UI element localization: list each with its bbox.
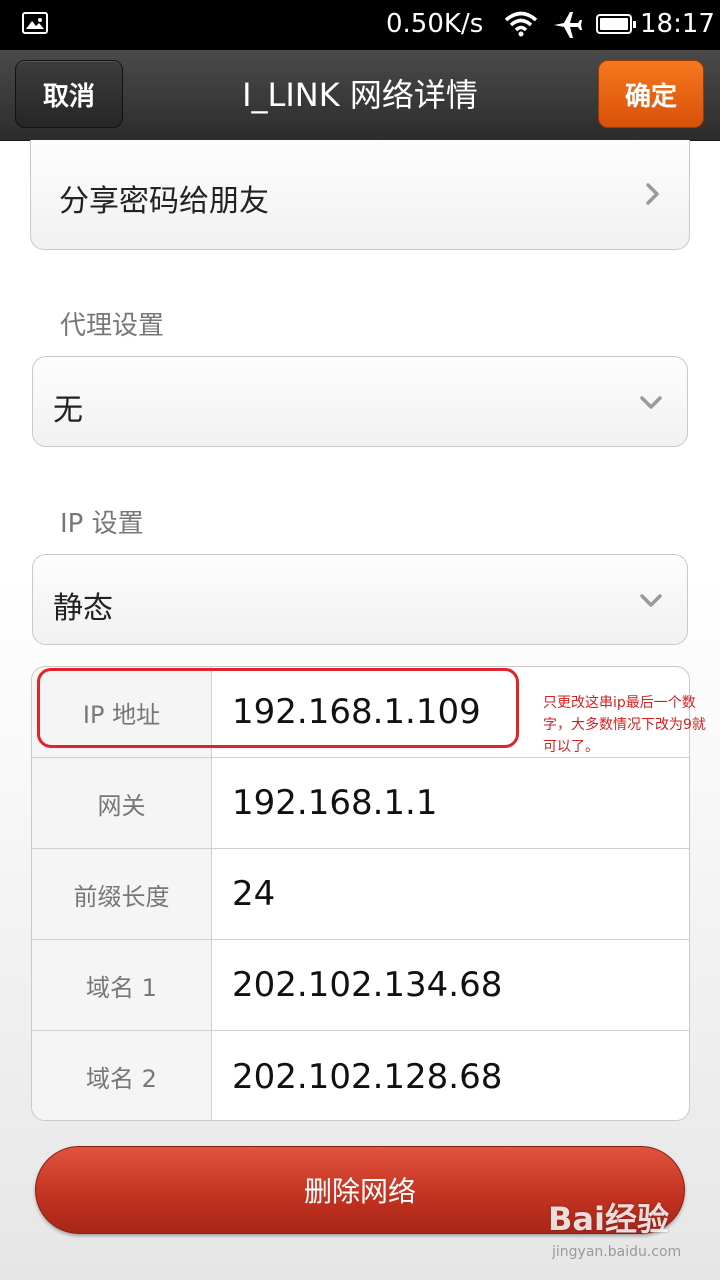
title-bar: 取消 I_LINK 网络详情 确定 [0, 50, 720, 141]
confirm-button[interactable]: 确定 [598, 60, 704, 128]
proxy-selected-value: 无 [53, 393, 83, 428]
table-row: 前缀长度 24 [32, 849, 689, 940]
page-title: I_LINK 网络详情 [242, 76, 478, 114]
watermark-url: jingyan.baidu.com [552, 1244, 682, 1260]
gateway-field[interactable]: 192.168.1.1 [232, 758, 437, 848]
ip-settings-selected-value: 静态 [53, 591, 113, 626]
proxy-select[interactable]: 无 [32, 356, 688, 447]
clock: 18:17 [640, 9, 715, 39]
image-icon [22, 12, 48, 34]
ip-settings-select[interactable]: 静态 [32, 554, 688, 645]
share-password-row[interactable]: 分享密码给朋友 [30, 140, 690, 250]
annotation-note: 只更改这串ip最后一个数字，大多数情况下改为9就可以了。 [543, 695, 706, 755]
airplane-icon [554, 12, 582, 38]
wifi-icon [504, 11, 538, 37]
cancel-button[interactable]: 取消 [15, 60, 123, 128]
dns2-field[interactable]: 202.102.128.68 [232, 1031, 502, 1120]
network-speed: 0.50K/s [386, 9, 484, 39]
status-bar: 0.50K/s 18:17 [0, 0, 720, 50]
chevron-down-icon [640, 594, 662, 607]
proxy-section-label: 代理设置 [60, 311, 165, 341]
ip-settings-section-label: IP 设置 [60, 509, 144, 539]
table-row: 网关 192.168.1.1 [32, 758, 689, 849]
dns2-label: 域名 2 [32, 1031, 212, 1120]
table-row: 域名 1 202.102.134.68 [32, 940, 689, 1031]
dns1-label: 域名 1 [32, 940, 212, 1030]
table-row: 域名 2 202.102.128.68 [32, 1031, 689, 1120]
chevron-down-icon [640, 396, 662, 409]
battery-icon [596, 14, 636, 34]
prefix-length-label: 前缀长度 [32, 849, 212, 939]
gateway-label: 网关 [32, 758, 212, 848]
ip-highlight-box [37, 668, 519, 748]
chevron-right-icon [646, 183, 659, 205]
share-password-label: 分享密码给朋友 [59, 184, 269, 219]
baidu-watermark: Bai经验 jingyan.baidu.com [548, 1188, 708, 1268]
prefix-length-field[interactable]: 24 [232, 849, 275, 939]
watermark-logo: Bai经验 [548, 1200, 669, 1238]
dns1-field[interactable]: 202.102.134.68 [232, 940, 502, 1030]
